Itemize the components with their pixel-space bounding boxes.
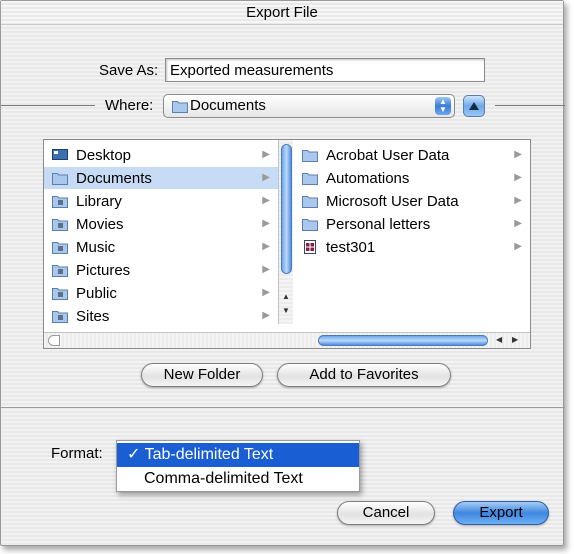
list-item[interactable]: Library ▶ — [44, 190, 278, 212]
horizontal-scroll-thumb[interactable] — [318, 335, 488, 346]
list-item[interactable]: Pictures ▶ — [44, 259, 278, 281]
list-item-label: test301 — [326, 238, 376, 256]
disclosure-arrow-icon: ▶ — [514, 195, 522, 206]
document-icon — [302, 240, 318, 254]
list-item-label: Automations — [326, 169, 410, 187]
list-item-label: Public — [76, 284, 117, 302]
disclosure-arrow-icon: ▶ — [262, 218, 270, 229]
add-to-favorites-button[interactable]: Add to Favorites — [277, 363, 451, 387]
disclosure-arrow-icon: ▶ — [514, 172, 522, 183]
where-divider-left — [1, 105, 95, 106]
list-item-label: Pictures — [76, 261, 131, 279]
disclosure-arrow-icon: ▶ — [262, 241, 270, 252]
scroll-track-start — [48, 335, 60, 346]
disclosure-arrow-icon: ▶ — [262, 264, 270, 275]
horizontal-scrollbar[interactable]: ◀ ▶ — [44, 332, 530, 348]
where-divider-right — [495, 105, 565, 106]
scroll-down-arrow-icon[interactable]: ▼ — [282, 306, 290, 315]
library-folder-icon — [52, 194, 68, 208]
disclosure-arrow-icon: ▶ — [514, 149, 522, 160]
list-item[interactable]: Desktop ▶ — [44, 144, 278, 166]
format-option-tab-delimited[interactable]: ✓ Tab-delimited Text — [117, 443, 359, 467]
disclosure-arrow-icon: ▶ — [262, 195, 270, 206]
list-item[interactable]: Personal letters ▶ — [294, 213, 530, 235]
list-item-label: Sites — [76, 307, 110, 325]
list-item-label: Desktop — [76, 146, 132, 164]
music-folder-icon — [52, 240, 68, 254]
browser-column-home: Desktop ▶ Documents ▶ Library ▶ Movies ▶ Music ▶ P… — [44, 140, 278, 348]
desktop-icon — [52, 148, 68, 162]
disclosure-arrow-icon: ▶ — [262, 287, 270, 298]
list-item-label: Movies — [76, 215, 124, 233]
public-folder-icon — [52, 286, 68, 300]
scroll-up-arrow-icon[interactable]: ▲ — [282, 292, 290, 301]
disclosure-arrow-icon: ▶ — [514, 218, 522, 229]
folder-icon — [302, 217, 318, 231]
export-button[interactable]: Export — [453, 501, 549, 525]
expand-toggle-button[interactable] — [463, 95, 485, 117]
list-item[interactable]: Movies ▶ — [44, 213, 278, 235]
pictures-folder-icon — [52, 263, 68, 277]
format-menu[interactable]: ✓ Tab-delimited Text Comma-delimited Tex… — [116, 440, 360, 492]
scroll-right-arrow-icon[interactable]: ▶ — [512, 335, 518, 344]
left-column-scrollbar[interactable]: ▲ ▼ — [278, 140, 293, 324]
where-value: Documents — [190, 97, 266, 114]
folder-icon — [52, 171, 68, 185]
list-item[interactable]: test301 ▶ — [294, 236, 530, 258]
list-item-label: Documents — [76, 169, 152, 187]
list-item-label: Acrobat User Data — [326, 146, 450, 164]
scroll-left-arrow-icon[interactable]: ◀ — [496, 335, 502, 344]
list-item[interactable]: Acrobat User Data ▶ — [294, 144, 530, 166]
save-as-label: Save As: — [99, 62, 159, 79]
where-label: Where: — [105, 97, 154, 114]
cancel-button[interactable]: Cancel — [337, 501, 435, 525]
disclosure-arrow-icon: ▶ — [262, 172, 270, 183]
list-item[interactable]: Public ▶ — [44, 282, 278, 304]
list-item[interactable]: Microsoft User Data ▶ — [294, 190, 530, 212]
folder-icon — [302, 148, 318, 162]
folder-icon — [302, 194, 318, 208]
format-option-comma-delimited[interactable]: Comma-delimited Text — [117, 467, 359, 491]
format-label: Format: — [51, 445, 103, 462]
new-folder-button[interactable]: New Folder — [141, 363, 263, 387]
browser-column-documents: Acrobat User Data ▶ Automations ▶ Microsoft … — [294, 140, 530, 348]
disclosure-arrow-icon: ▶ — [514, 241, 522, 252]
list-item-label: Library — [76, 192, 122, 210]
sites-folder-icon — [52, 309, 68, 323]
where-popup[interactable]: Documents ▲ ▼ — [163, 94, 455, 118]
dialog-title: Export File — [1, 1, 563, 25]
disclosure-arrow-icon: ▶ — [262, 149, 270, 160]
folder-icon — [172, 101, 188, 113]
movies-folder-icon — [52, 217, 68, 231]
list-item[interactable]: Sites ▶ — [44, 305, 278, 327]
disclosure-arrow-icon: ▶ — [262, 310, 270, 321]
file-browser[interactable]: Desktop ▶ Documents ▶ Library ▶ Movies ▶ Music ▶ P… — [43, 139, 531, 349]
scroll-thumb[interactable] — [281, 144, 292, 274]
list-item-label: Microsoft User Data — [326, 192, 459, 210]
list-item[interactable]: Music ▶ — [44, 236, 278, 258]
list-item[interactable]: Documents ▶ — [44, 167, 278, 189]
list-item[interactable]: Automations ▶ — [294, 167, 530, 189]
section-divider — [1, 407, 565, 408]
save-as-input[interactable] — [165, 58, 485, 82]
popup-arrows-icon: ▲ ▼ — [435, 97, 451, 115]
list-item-label: Personal letters — [326, 215, 431, 233]
folder-icon — [302, 171, 318, 185]
triangle-up-icon — [469, 102, 479, 110]
list-item-label: Music — [76, 238, 116, 256]
